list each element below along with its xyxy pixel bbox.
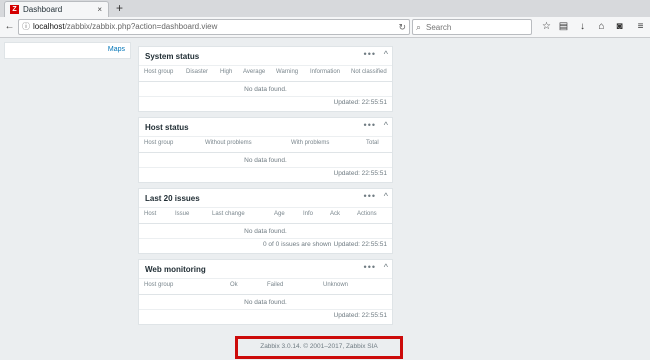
footer-highlight-box: Zabbix 3.0.14. © 2001–2017, Zabbix SIA (235, 336, 403, 359)
url-bar[interactable]: ⓘ localhost/zabbix/zabbix.php?action=das… (18, 19, 410, 35)
footer-copyright: Zabbix 3.0.14. © 2001–2017, Zabbix SIA (260, 343, 378, 350)
browser-nav-bar: ← ⓘ localhost/zabbix/zabbix.php?action=d… (0, 17, 650, 38)
url-host: localhost (33, 22, 65, 31)
table-header: Host group Without problems With problem… (139, 140, 392, 153)
updated-time: Updated: 22:55:51 (333, 312, 388, 319)
widget-footer: Updated: 22:55:51 (139, 170, 392, 182)
widget-header: Host status ••• ^ (139, 118, 392, 137)
widget-header: Web monitoring ••• ^ (139, 260, 392, 279)
reload-icon[interactable]: ↻ (398, 20, 406, 34)
maps-widget: Maps (4, 42, 131, 59)
url-text: localhost/zabbix/zabbix.php?action=dashb… (33, 20, 217, 34)
column-header[interactable]: Average (243, 69, 265, 75)
column-header[interactable]: Host group (144, 69, 173, 75)
column-header[interactable]: Issue (175, 211, 189, 217)
search-icon: ⌕ (416, 22, 422, 32)
system-status-widget: System status ••• ^ Host group Disaster … (138, 46, 393, 112)
star-icon[interactable]: ☆ (540, 19, 553, 34)
last-20-issues-widget: Last 20 issues ••• ^ Host Issue Last cha… (138, 188, 393, 254)
column-header[interactable]: With problems (291, 140, 329, 146)
column-header[interactable]: Without problems (205, 140, 252, 146)
table-header: Host group Disaster High Average Warning… (139, 69, 392, 82)
search-input[interactable] (426, 21, 526, 33)
widget-menu-icon[interactable]: ••• (364, 191, 376, 201)
widget-footer: Updated: 22:55:51 (139, 99, 392, 111)
hamburger-menu-icon[interactable]: ≡ (634, 19, 647, 34)
clipboard-icon[interactable]: ▤ (557, 19, 570, 34)
tab-dashboard[interactable]: Z Dashboard × (4, 1, 109, 17)
widget-title: Last 20 issues (145, 194, 200, 203)
column-header[interactable]: Host group (144, 140, 173, 146)
widget-header: System status ••• ^ (139, 47, 392, 66)
pocket-icon[interactable]: ◙ (613, 19, 626, 34)
column-header[interactable]: Total (366, 140, 379, 146)
close-tab-icon[interactable]: × (97, 2, 102, 17)
collapse-chevron-icon[interactable]: ^ (384, 49, 388, 59)
widget-menu-icon[interactable]: ••• (364, 120, 376, 130)
home-icon[interactable]: ⌂ (595, 19, 608, 34)
collapse-chevron-icon[interactable]: ^ (384, 120, 388, 130)
widget-title: Web monitoring (145, 265, 206, 274)
back-icon[interactable]: ← (2, 19, 17, 34)
zabbix-favicon-icon: Z (10, 5, 19, 14)
column-header[interactable]: Actions (357, 211, 377, 217)
collapse-chevron-icon[interactable]: ^ (384, 262, 388, 272)
widget-title: System status (145, 52, 200, 61)
widget-footer: Updated: 22:55:51 (139, 312, 392, 324)
column-header[interactable]: Last change (212, 211, 245, 217)
dashboard-content: Maps System status ••• ^ Host group Disa… (0, 38, 650, 360)
updated-time: Updated: 22:55:51 (333, 241, 388, 248)
maps-link[interactable]: Maps (108, 46, 125, 53)
column-header[interactable]: Unknown (323, 282, 348, 288)
issues-count: 0 of 0 issues are shown (263, 241, 332, 248)
column-header[interactable]: Not classified (351, 69, 387, 75)
new-tab-button[interactable]: + (116, 0, 123, 17)
search-box[interactable]: ⌕ (412, 19, 532, 35)
url-path: /zabbix/zabbix.php?action=dashboard.view (64, 22, 218, 31)
info-icon[interactable]: ⓘ (22, 20, 30, 34)
no-data-message: No data found. (139, 154, 392, 168)
no-data-message: No data found. (139, 225, 392, 239)
updated-time: Updated: 22:55:51 (333, 99, 388, 106)
column-header[interactable]: Failed (267, 282, 283, 288)
column-header[interactable]: Information (310, 69, 340, 75)
no-data-message: No data found. (139, 296, 392, 310)
widget-menu-icon[interactable]: ••• (364, 49, 376, 59)
widget-menu-icon[interactable]: ••• (364, 262, 376, 272)
column-header[interactable]: Age (274, 211, 285, 217)
widget-header: Last 20 issues ••• ^ (139, 189, 392, 208)
web-monitoring-widget: Web monitoring ••• ^ Host group Ok Faile… (138, 259, 393, 325)
updated-time: Updated: 22:55:51 (333, 170, 388, 177)
column-header[interactable]: High (220, 69, 232, 75)
download-icon[interactable]: ↓ (576, 19, 589, 34)
collapse-chevron-icon[interactable]: ^ (384, 191, 388, 201)
column-header[interactable]: Info (303, 211, 313, 217)
widget-title: Host status (145, 123, 189, 132)
table-header: Host Issue Last change Age Info Ack Acti… (139, 211, 392, 224)
widget-footer: 0 of 0 issues are shown Updated: 22:55:5… (139, 241, 392, 253)
column-header[interactable]: Host group (144, 282, 173, 288)
host-status-widget: Host status ••• ^ Host group Without pro… (138, 117, 393, 183)
column-header[interactable]: Disaster (186, 69, 208, 75)
table-header: Host group Ok Failed Unknown (139, 282, 392, 295)
column-header[interactable]: Host (144, 211, 156, 217)
column-header[interactable]: Ack (330, 211, 340, 217)
tab-title: Dashboard (23, 5, 63, 14)
browser-tab-bar: Z Dashboard × + (0, 0, 650, 17)
no-data-message: No data found. (139, 83, 392, 97)
column-header[interactable]: Ok (230, 282, 238, 288)
column-header[interactable]: Warning (276, 69, 298, 75)
